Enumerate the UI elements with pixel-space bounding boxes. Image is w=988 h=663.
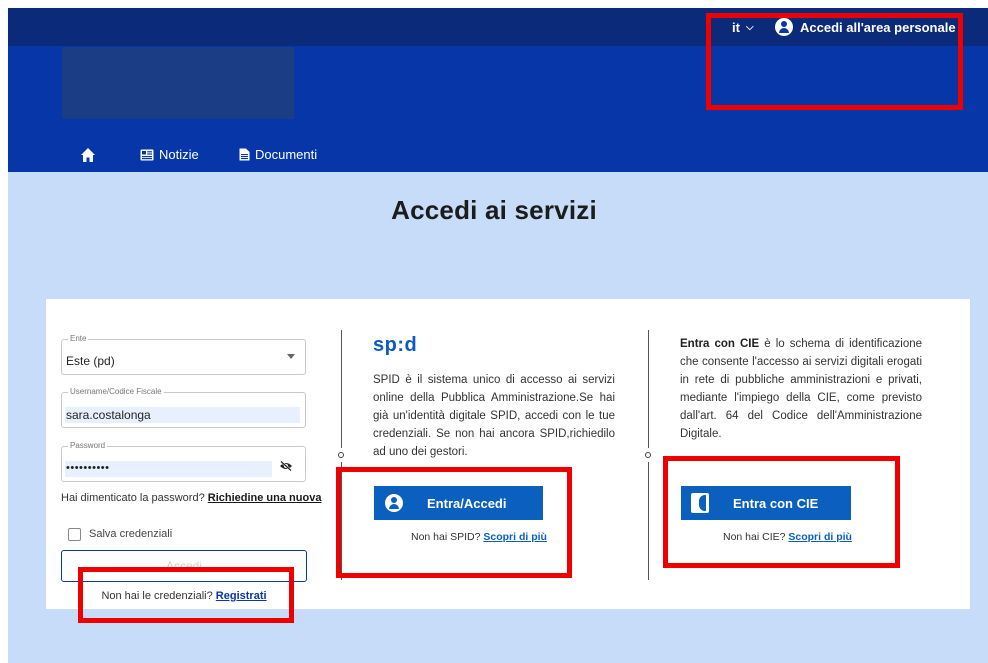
divider-line (341, 330, 342, 448)
spid-logo: sp:d (373, 334, 418, 356)
highlight-box-register (78, 567, 294, 623)
eye-slash-icon[interactable] (279, 461, 293, 471)
nav-item-news[interactable]: Notizie (140, 147, 199, 162)
divider-dot (338, 452, 344, 458)
divider-dot (645, 452, 651, 458)
forgot-password-link[interactable]: Richiedine una nuova (208, 492, 322, 504)
highlight-box-personal-area (706, 13, 963, 110)
username-label: Username/Codice Fiscale (68, 387, 164, 396)
newspaper-icon (140, 149, 154, 160)
divider-line (648, 462, 649, 580)
page: it ⌵ Accedi all'area personale Notizie D… (0, 0, 988, 663)
spid-description: SPID è il sistema unico di accesso ai se… (373, 374, 615, 458)
ente-label: Ente (68, 334, 89, 343)
username-field[interactable]: Username/Codice Fiscale sara.costalonga (61, 387, 306, 428)
caret-down-icon (287, 354, 295, 359)
nav-item-documents[interactable]: Documenti (239, 147, 317, 162)
username-value: sara.costalonga (66, 408, 151, 422)
forgot-password-text: Hai dimenticato la password? (61, 492, 205, 504)
page-title: Accedi ai servizi (391, 195, 597, 225)
document-icon (239, 148, 250, 161)
save-credentials-checkbox[interactable] (68, 528, 81, 541)
highlight-box-cie (663, 456, 900, 568)
nav-news-label: Notizie (159, 147, 199, 162)
cie-description-rest: è lo schema di identificazione che conse… (680, 338, 922, 440)
highlight-box-spid (336, 467, 572, 578)
password-value: •••••••••• (66, 462, 110, 474)
cie-description: Entra con CIE è lo schema di identificaz… (680, 335, 922, 443)
ente-value: Este (pd) (66, 354, 115, 368)
nav-documents-label: Documenti (255, 147, 318, 162)
password-field[interactable]: Password •••••••••• (61, 441, 306, 482)
cie-description-bold: Entra con CIE (680, 338, 760, 350)
divider-line (648, 330, 649, 448)
forgot-password: Hai dimenticato la password? Richiedine … (61, 492, 321, 504)
password-label: Password (68, 441, 108, 450)
save-credentials-label[interactable]: Salva credenziali (89, 528, 172, 540)
ente-select[interactable]: Ente Este (pd) (61, 334, 306, 375)
home-icon[interactable] (80, 147, 96, 163)
site-logo-placeholder[interactable] (62, 47, 294, 119)
